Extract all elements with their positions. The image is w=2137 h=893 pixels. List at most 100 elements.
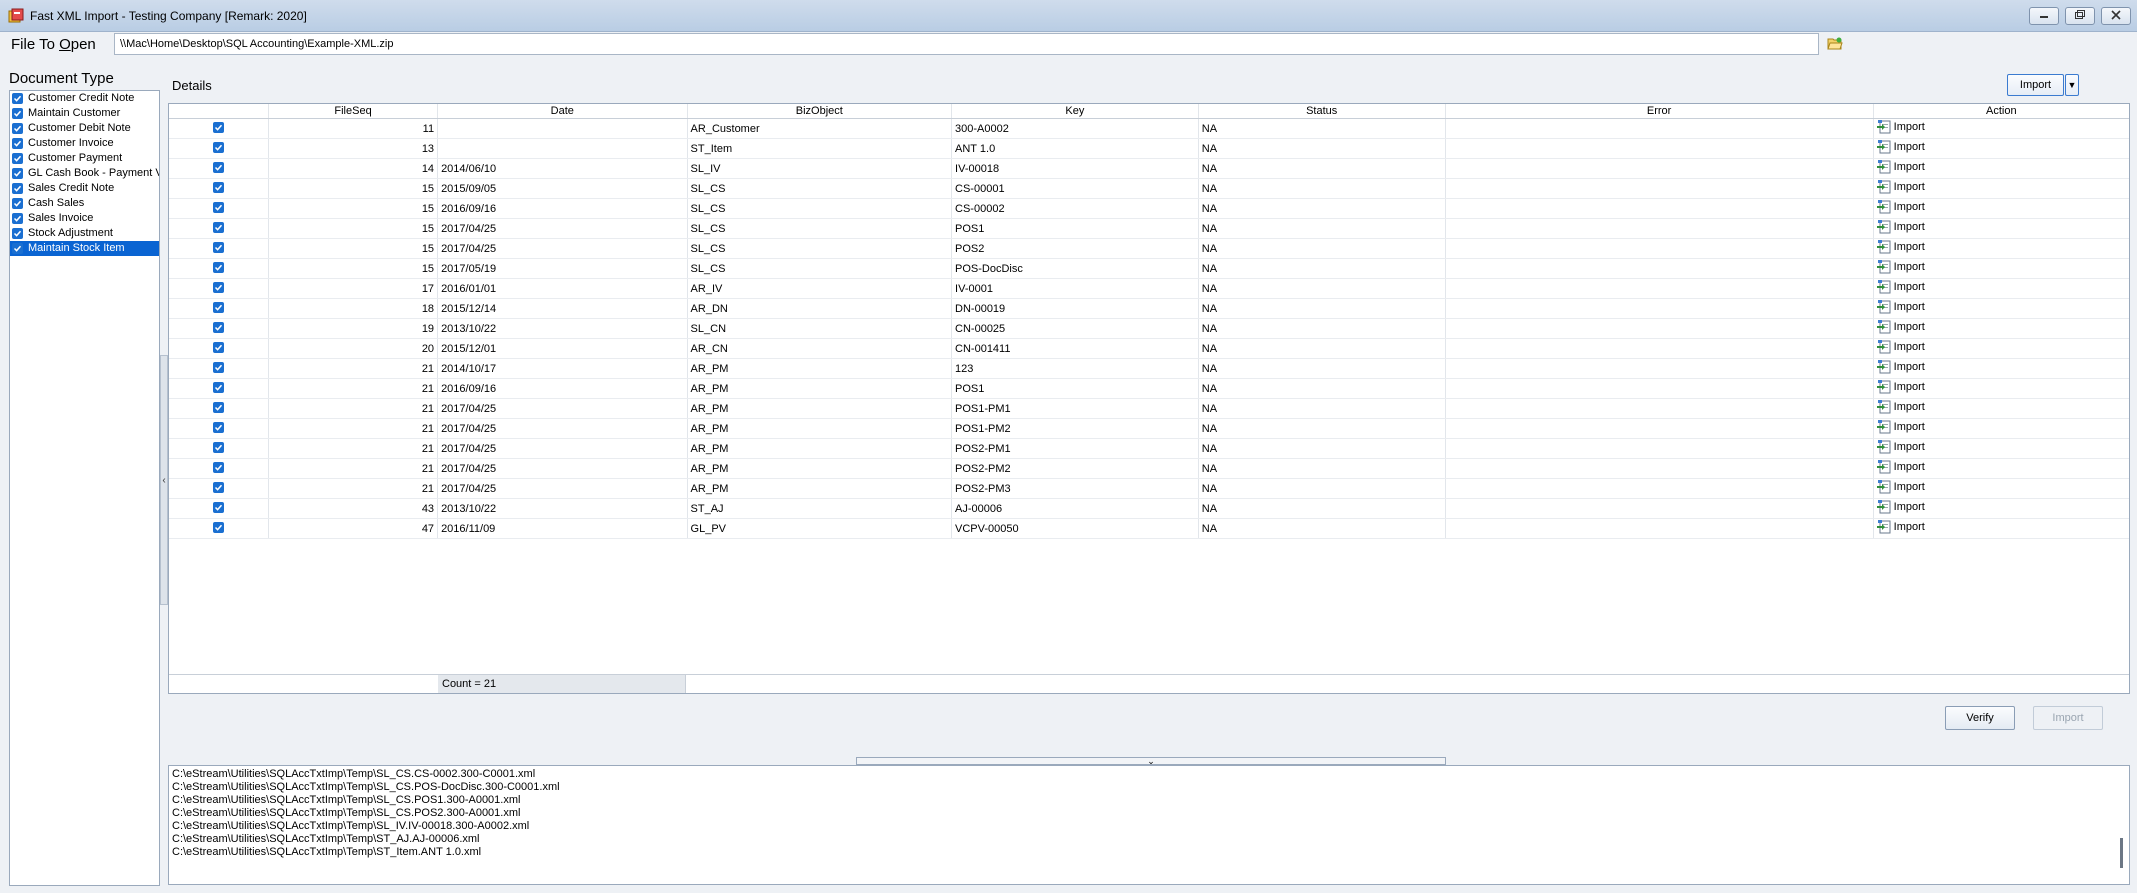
column-header[interactable]: Date — [437, 104, 688, 119]
action-cell[interactable]: Import — [1873, 138, 2129, 159]
document-type-item[interactable]: Cash Sales — [10, 196, 159, 211]
column-header[interactable]: FileSeq — [268, 104, 439, 119]
action-cell[interactable]: Import — [1873, 158, 2129, 179]
checkbox[interactable] — [12, 108, 23, 119]
action-cell[interactable]: Import — [1873, 398, 2129, 419]
table-row[interactable]: 21 2017/04/25 AR_PM POS2-PM2 NA Import — [169, 458, 2129, 479]
table-row[interactable]: 11 AR_Customer 300-A0002 NA Import — [169, 118, 2129, 139]
row-import-link[interactable]: Import — [1876, 500, 1925, 514]
browse-file-button[interactable] — [1824, 33, 1846, 55]
row-import-link[interactable]: Import — [1876, 180, 1925, 194]
import-button[interactable]: Import — [2007, 74, 2064, 96]
document-type-item[interactable]: Customer Credit Note — [10, 91, 159, 106]
row-import-link[interactable]: Import — [1876, 220, 1925, 234]
row-checkbox[interactable] — [213, 162, 224, 173]
row-import-link[interactable]: Import — [1876, 320, 1925, 334]
table-row[interactable]: 21 2017/04/25 AR_PM POS1-PM1 NA Import — [169, 398, 2129, 419]
close-button[interactable] — [2101, 7, 2131, 25]
table-row[interactable]: 13 ST_Item ANT 1.0 NA Import — [169, 138, 2129, 159]
row-checkbox[interactable] — [213, 342, 224, 353]
column-header[interactable]: Action — [1873, 104, 2129, 119]
row-import-link[interactable]: Import — [1876, 460, 1925, 474]
row-checkbox[interactable] — [213, 382, 224, 393]
row-checkbox[interactable] — [213, 202, 224, 213]
row-import-link[interactable]: Import — [1876, 240, 1925, 254]
checkbox[interactable] — [12, 153, 23, 164]
table-row[interactable]: 21 2017/04/25 AR_PM POS1-PM2 NA Import — [169, 418, 2129, 439]
row-checkbox[interactable] — [213, 222, 224, 233]
table-row[interactable]: 47 2016/11/09 GL_PV VCPV-00050 NA Import — [169, 518, 2129, 539]
table-row[interactable]: 15 2017/05/19 SL_CS POS-DocDisc NA Import — [169, 258, 2129, 279]
action-cell[interactable]: Import — [1873, 218, 2129, 239]
checkbox[interactable] — [12, 123, 23, 134]
log-splitter[interactable]: ⌄ — [856, 757, 1446, 766]
document-type-item[interactable]: GL Cash Book - Payment V — [10, 166, 159, 181]
checkbox[interactable] — [12, 228, 23, 239]
log-scrollbar[interactable] — [2120, 838, 2123, 868]
row-import-link[interactable]: Import — [1876, 400, 1925, 414]
table-row[interactable]: 15 2017/04/25 SL_CS POS2 NA Import — [169, 238, 2129, 259]
row-checkbox[interactable] — [213, 402, 224, 413]
row-checkbox[interactable] — [213, 122, 224, 133]
document-type-item[interactable]: Customer Payment — [10, 151, 159, 166]
column-header[interactable]: Status — [1198, 104, 1446, 119]
row-import-link[interactable]: Import — [1876, 300, 1925, 314]
row-import-link[interactable]: Import — [1876, 480, 1925, 494]
document-type-item[interactable]: Maintain Stock Item — [10, 241, 159, 256]
column-header[interactable]: Key — [951, 104, 1199, 119]
table-row[interactable]: 14 2014/06/10 SL_IV IV-00018 NA Import — [169, 158, 2129, 179]
action-cell[interactable]: Import — [1873, 118, 2129, 139]
row-checkbox[interactable] — [213, 302, 224, 313]
import-button-disabled[interactable]: Import — [2033, 706, 2103, 730]
table-row[interactable]: 21 2017/04/25 AR_PM POS2-PM3 NA Import — [169, 478, 2129, 499]
document-type-item[interactable]: Customer Invoice — [10, 136, 159, 151]
action-cell[interactable]: Import — [1873, 458, 2129, 479]
action-cell[interactable]: Import — [1873, 258, 2129, 279]
table-row[interactable]: 19 2013/10/22 SL_CN CN-00025 NA Import — [169, 318, 2129, 339]
checkbox[interactable] — [12, 168, 23, 179]
row-import-link[interactable]: Import — [1876, 260, 1925, 274]
row-import-link[interactable]: Import — [1876, 160, 1925, 174]
minimize-button[interactable] — [2029, 7, 2059, 25]
table-row[interactable]: 20 2015/12/01 AR_CN CN-001411 NA Import — [169, 338, 2129, 359]
document-type-item[interactable]: Stock Adjustment — [10, 226, 159, 241]
column-header[interactable]: Error — [1445, 104, 1874, 119]
table-row[interactable]: 17 2016/01/01 AR_IV IV-0001 NA Import — [169, 278, 2129, 299]
row-checkbox[interactable] — [213, 242, 224, 253]
checkbox[interactable] — [12, 138, 23, 149]
document-type-item[interactable]: Sales Credit Note — [10, 181, 159, 196]
document-type-item[interactable]: Sales Invoice — [10, 211, 159, 226]
column-header[interactable]: BizObject — [687, 104, 953, 119]
row-checkbox[interactable] — [213, 182, 224, 193]
checkbox[interactable] — [12, 93, 23, 104]
collapse-panel-button[interactable]: ‹ — [160, 472, 168, 488]
row-import-link[interactable]: Import — [1876, 420, 1925, 434]
checkbox[interactable] — [12, 213, 23, 224]
row-import-link[interactable]: Import — [1876, 440, 1925, 454]
row-import-link[interactable]: Import — [1876, 120, 1925, 134]
column-header[interactable] — [169, 104, 270, 119]
table-row[interactable]: 43 2013/10/22 ST_AJ AJ-00006 NA Import — [169, 498, 2129, 519]
action-cell[interactable]: Import — [1873, 278, 2129, 299]
verify-button[interactable]: Verify — [1945, 706, 2015, 730]
row-import-link[interactable]: Import — [1876, 340, 1925, 354]
row-import-link[interactable]: Import — [1876, 200, 1925, 214]
row-checkbox[interactable] — [213, 442, 224, 453]
document-type-item[interactable]: Maintain Customer — [10, 106, 159, 121]
action-cell[interactable]: Import — [1873, 378, 2129, 399]
row-checkbox[interactable] — [213, 262, 224, 273]
row-import-link[interactable]: Import — [1876, 360, 1925, 374]
action-cell[interactable]: Import — [1873, 338, 2129, 359]
table-row[interactable]: 15 2016/09/16 SL_CS CS-00002 NA Import — [169, 198, 2129, 219]
action-cell[interactable]: Import — [1873, 438, 2129, 459]
action-cell[interactable]: Import — [1873, 498, 2129, 519]
action-cell[interactable]: Import — [1873, 238, 2129, 259]
row-checkbox[interactable] — [213, 422, 224, 433]
row-checkbox[interactable] — [213, 282, 224, 293]
table-row[interactable]: 15 2015/09/05 SL_CS CS-00001 NA Import — [169, 178, 2129, 199]
action-cell[interactable]: Import — [1873, 178, 2129, 199]
action-cell[interactable]: Import — [1873, 298, 2129, 319]
table-row[interactable]: 18 2015/12/14 AR_DN DN-00019 NA Import — [169, 298, 2129, 319]
row-import-link[interactable]: Import — [1876, 520, 1925, 534]
table-row[interactable]: 21 2017/04/25 AR_PM POS2-PM1 NA Import — [169, 438, 2129, 459]
